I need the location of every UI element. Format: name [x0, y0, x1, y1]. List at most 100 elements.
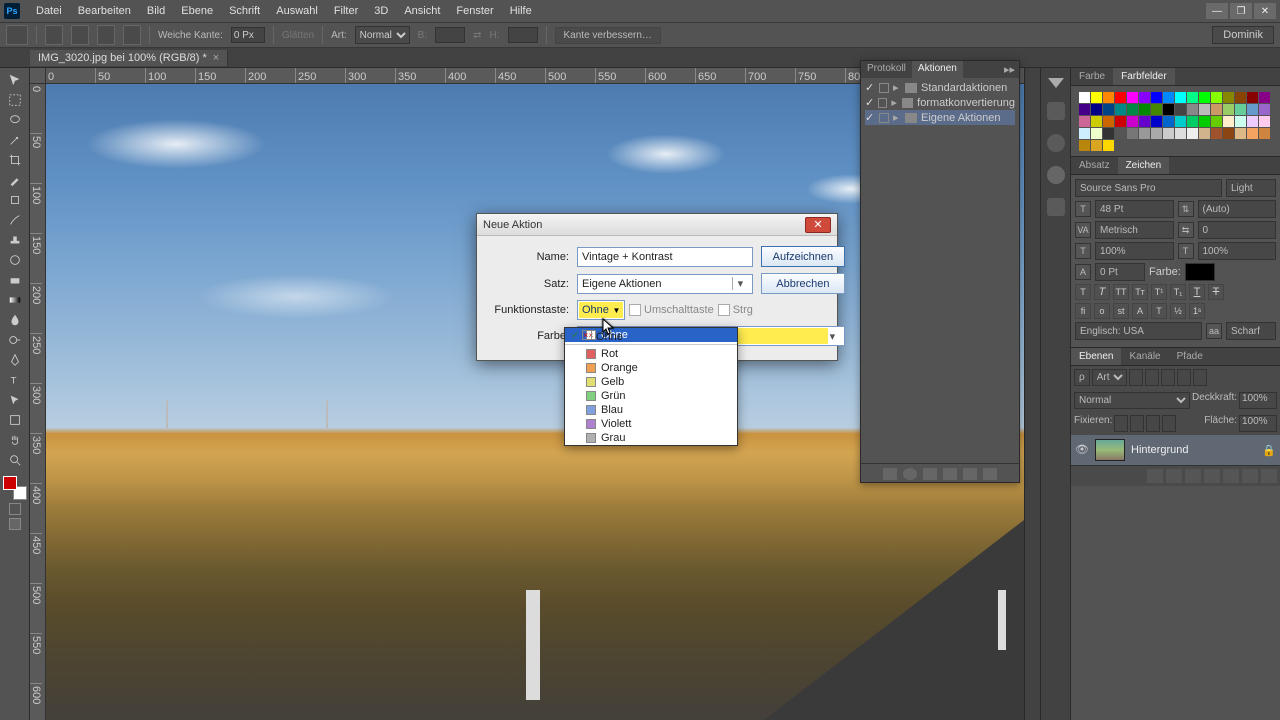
history-brush-tool[interactable]	[3, 250, 27, 269]
swatch[interactable]	[1091, 92, 1102, 103]
marquee-tool[interactable]	[3, 90, 27, 109]
aa-select[interactable]: Scharf	[1226, 322, 1276, 340]
vscale-input[interactable]: 100%	[1095, 242, 1174, 260]
close-icon[interactable]: ×	[213, 52, 219, 64]
stylistic-button[interactable]: st	[1113, 303, 1129, 319]
swatch[interactable]	[1079, 128, 1090, 139]
swatch[interactable]	[1199, 104, 1210, 115]
menu-ebene[interactable]: Ebene	[173, 2, 221, 20]
swatch[interactable]	[1103, 116, 1114, 127]
swatch[interactable]	[1139, 116, 1150, 127]
move-tool[interactable]	[3, 70, 27, 89]
eyedropper-tool[interactable]	[3, 170, 27, 189]
swatch[interactable]	[1259, 104, 1270, 115]
record-button[interactable]: Aufzeichnen	[761, 246, 845, 267]
leading-input[interactable]: (Auto)	[1198, 200, 1277, 218]
swatch[interactable]	[1091, 140, 1102, 151]
swatch[interactable]	[1247, 92, 1258, 103]
swatch[interactable]	[1235, 104, 1246, 115]
swatch[interactable]	[1091, 104, 1102, 115]
lock-trans-icon[interactable]	[1114, 415, 1128, 432]
stop-icon[interactable]	[883, 468, 897, 480]
properties-icon[interactable]	[1047, 198, 1065, 216]
link-layers-icon[interactable]	[1147, 469, 1163, 483]
fi-ligature-button[interactable]: fi	[1075, 303, 1091, 319]
font-family-select[interactable]: Source Sans Pro	[1075, 179, 1222, 197]
fill-input[interactable]: 100%	[1239, 415, 1277, 432]
swatch[interactable]	[1151, 128, 1162, 139]
delete-action-icon[interactable]	[983, 468, 997, 480]
ruler-vertical[interactable]: 050100150200250300350400450500550600	[30, 84, 46, 720]
crop-tool[interactable]	[3, 150, 27, 169]
brush-tool[interactable]	[3, 210, 27, 229]
swatch[interactable]	[1247, 116, 1258, 127]
menu-filter[interactable]: Filter	[326, 2, 366, 20]
swatch[interactable]	[1115, 116, 1126, 127]
dropdown-item-violett[interactable]: Violett	[565, 417, 737, 431]
action-set-row[interactable]: ✓▸Eigene Aktionen	[865, 110, 1015, 125]
path-select-tool[interactable]	[3, 390, 27, 409]
swatch[interactable]	[1223, 128, 1234, 139]
swatch[interactable]	[1103, 128, 1114, 139]
adjustment-icon[interactable]	[1204, 469, 1220, 483]
visibility-icon[interactable]: 👁	[1075, 443, 1089, 457]
tool-preset-icon[interactable]	[6, 25, 28, 45]
filter-adjust-icon[interactable]	[1145, 369, 1159, 386]
stamp-tool[interactable]	[3, 230, 27, 249]
dropdown-item-rot[interactable]: Rot	[565, 347, 737, 361]
dodge-tool[interactable]	[3, 330, 27, 349]
font-weight-select[interactable]: Light	[1226, 179, 1276, 197]
swatch[interactable]	[1187, 116, 1198, 127]
fractions-button[interactable]: ½	[1170, 303, 1186, 319]
menu-3d[interactable]: 3D	[366, 2, 396, 20]
close-button[interactable]: ✕	[1254, 3, 1276, 19]
swatch[interactable]	[1223, 104, 1234, 115]
dropdown-item-orange[interactable]: Orange	[565, 361, 737, 375]
name-input[interactable]	[577, 247, 753, 267]
hand-tool[interactable]	[3, 430, 27, 449]
action-set-row[interactable]: ✓▸formatkonvertierung	[865, 95, 1015, 110]
swatch[interactable]	[1163, 116, 1174, 127]
document-tab[interactable]: IMG_3020.jpg bei 100% (RGB/8) * ×	[30, 50, 228, 66]
antialias-checkbox-label[interactable]: Glätten	[282, 30, 314, 41]
language-select[interactable]: Englisch: USA	[1075, 322, 1202, 340]
swatch[interactable]	[1247, 104, 1258, 115]
navigator-icon[interactable]	[1047, 134, 1065, 152]
hscale-input[interactable]: 100%	[1198, 242, 1277, 260]
swatch[interactable]	[1199, 128, 1210, 139]
swatch[interactable]	[1259, 116, 1270, 127]
swatch[interactable]	[1259, 128, 1270, 139]
new-set-icon[interactable]	[943, 468, 957, 480]
underline-button[interactable]: T	[1189, 284, 1205, 300]
scrollbar-vertical[interactable]	[1024, 68, 1040, 720]
tab-kanaele[interactable]: Kanäle	[1121, 348, 1168, 365]
swatch[interactable]	[1187, 128, 1198, 139]
swatch[interactable]	[1151, 116, 1162, 127]
record-icon[interactable]	[903, 468, 917, 480]
menu-hilfe[interactable]: Hilfe	[502, 2, 540, 20]
swatch[interactable]	[1115, 104, 1126, 115]
superscript-button[interactable]: T¹	[1151, 284, 1167, 300]
swatch[interactable]	[1211, 92, 1222, 103]
cancel-button[interactable]: Abbrechen	[761, 273, 845, 294]
menu-datei[interactable]: Datei	[28, 2, 70, 20]
lasso-tool[interactable]	[3, 110, 27, 129]
user-name[interactable]: Dominik	[1212, 26, 1274, 44]
blend-mode-select[interactable]: Normal	[1074, 392, 1190, 409]
swatch[interactable]	[1211, 116, 1222, 127]
layer-row[interactable]: 👁 Hintergrund 🔒	[1071, 435, 1280, 465]
allcaps-button[interactable]: TT	[1113, 284, 1129, 300]
color-picker[interactable]	[3, 476, 27, 500]
smallcaps-button[interactable]: Tᴛ	[1132, 284, 1148, 300]
tab-absatz[interactable]: Absatz	[1071, 157, 1118, 174]
blur-tool[interactable]	[3, 310, 27, 329]
screenmode-toggle[interactable]	[9, 518, 21, 530]
ordinals-button[interactable]: o	[1094, 303, 1110, 319]
selection-intersect-icon[interactable]	[123, 25, 141, 45]
swatch[interactable]	[1163, 92, 1174, 103]
swatch[interactable]	[1235, 92, 1246, 103]
new-layer-icon[interactable]	[1242, 469, 1258, 483]
menu-schrift[interactable]: Schrift	[221, 2, 268, 20]
swatch[interactable]	[1175, 92, 1186, 103]
swatch[interactable]	[1211, 128, 1222, 139]
